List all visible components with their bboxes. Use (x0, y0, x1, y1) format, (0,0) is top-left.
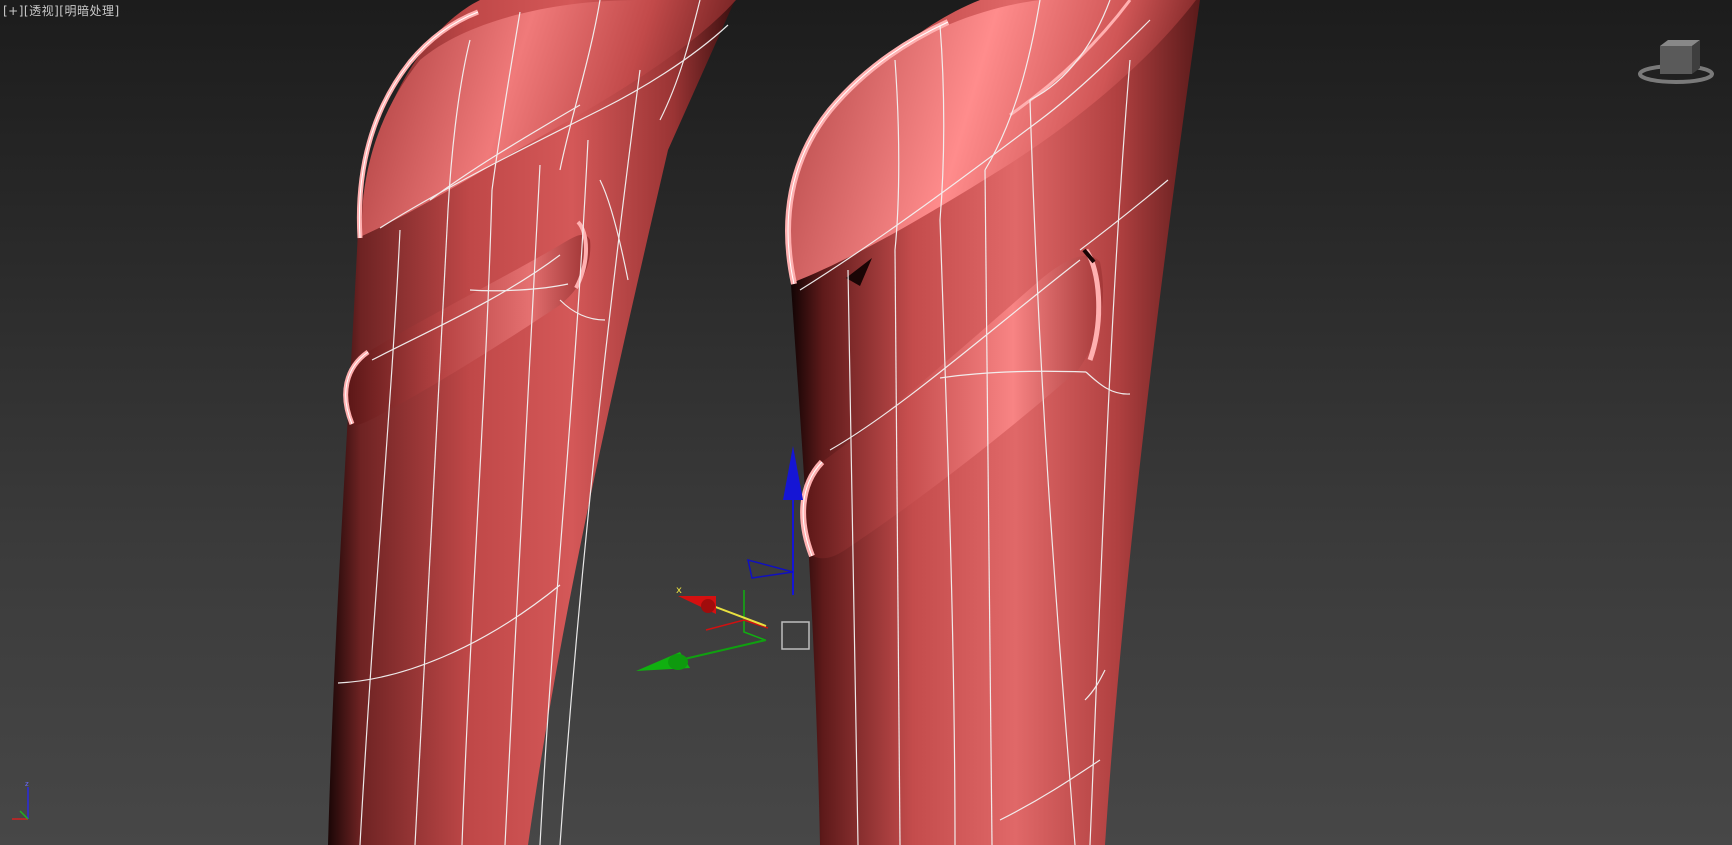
viewport-point-of-view-menu[interactable]: [透视] (24, 4, 59, 18)
svg-text:z: z (25, 780, 29, 788)
gizmo-x-label: x (676, 585, 682, 596)
world-axis-tripod-icon: z (12, 780, 29, 820)
viewport-shading-menu[interactable]: [明暗处理] (59, 4, 119, 18)
left-boot-mesh[interactable] (328, 0, 736, 845)
home-viewcube-icon[interactable] (1638, 38, 1714, 86)
right-boot-mesh[interactable] (785, 0, 1200, 845)
perspective-viewport[interactable]: x [+][透视][明暗处理] z (0, 0, 1732, 845)
viewport-general-menu[interactable]: [+] (3, 4, 24, 18)
scene-render[interactable]: x (0, 0, 1732, 845)
move-gizmo-icon[interactable]: x (636, 446, 810, 671)
viewport-label-menu: [+][透视][明暗处理] (3, 2, 120, 19)
